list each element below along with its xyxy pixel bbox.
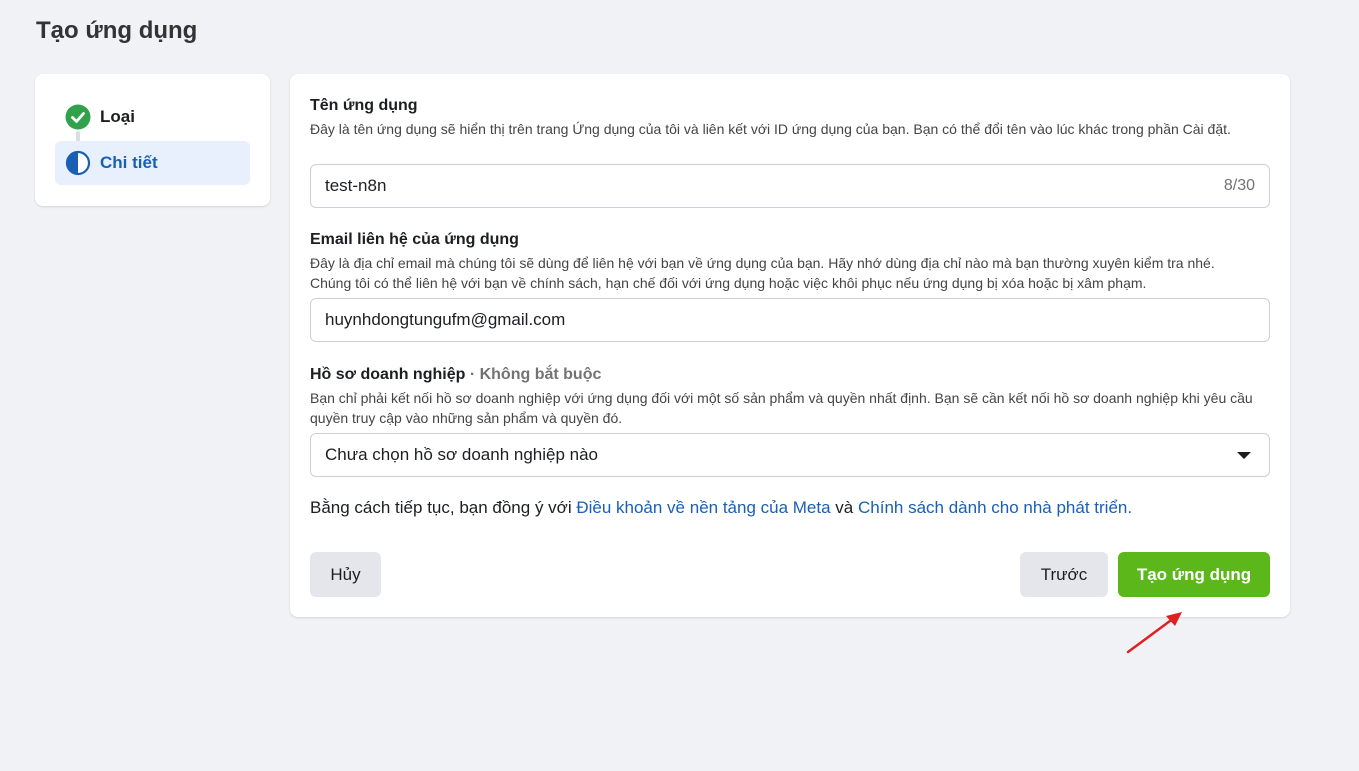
business-title: Hồ sơ doanh nghiệp · Không bắt buộc — [310, 366, 601, 384]
terms-middle: và — [835, 498, 854, 517]
previous-button[interactable]: Trước — [1020, 552, 1108, 597]
char-counter: 8/30 — [1223, 177, 1255, 194]
half-circle-icon — [65, 150, 91, 176]
app-name-input[interactable]: test-n8n 8/30 — [310, 164, 1270, 208]
developer-policy-link[interactable]: Chính sách dành cho nhà phát triển. — [858, 498, 1132, 517]
email-description-line1: Đây là địa chỉ email mà chúng tôi sẽ dùn… — [310, 255, 1215, 271]
steps-panel: Loại Chi tiết — [35, 74, 270, 206]
email-description-line2: Chúng tôi có thể liên hệ với bạn về chín… — [310, 275, 1147, 291]
platform-terms-link[interactable]: Điều khoản về nền tảng của Meta — [576, 498, 830, 517]
app-name-value: test-n8n — [325, 176, 387, 195]
optional-label: · Không bắt buộc — [469, 366, 602, 383]
email-field[interactable]: huynhdongtungufm@gmail.com — [310, 298, 1270, 342]
create-app-form: Tên ứng dụng Đây là tên ứng dụng sẽ hiển… — [290, 74, 1290, 617]
step-type[interactable]: Loại — [55, 95, 250, 139]
step-label: Loại — [100, 107, 135, 126]
step-label: Chi tiết — [100, 153, 158, 172]
step-details[interactable]: Chi tiết — [55, 141, 250, 185]
terms-prefix: Bằng cách tiếp tục, bạn đồng ý với — [310, 498, 572, 517]
app-name-description: Đây là tên ứng dụng sẽ hiển thị trên tra… — [310, 121, 1231, 137]
page-title: Tạo ứng dụng — [36, 17, 198, 44]
business-title-text: Hồ sơ doanh nghiệp — [310, 366, 466, 383]
app-name-title: Tên ứng dụng — [310, 97, 418, 114]
business-profile-select[interactable]: Chưa chọn hồ sơ doanh nghiệp nào — [310, 433, 1270, 477]
caret-down-icon — [1237, 451, 1251, 459]
email-value: huynhdongtungufm@gmail.com — [325, 310, 566, 329]
check-circle-icon — [65, 104, 91, 130]
terms-text: Bằng cách tiếp tục, bạn đồng ý với Điều … — [310, 498, 1132, 518]
business-selected-value: Chưa chọn hồ sơ doanh nghiệp nào — [325, 445, 599, 464]
annotation-arrow-icon — [1126, 612, 1182, 654]
business-description: Bạn chỉ phải kết nối hồ sơ doanh nghiệp … — [310, 390, 1253, 426]
create-app-button[interactable]: Tạo ứng dụng — [1118, 552, 1270, 597]
email-title: Email liên hệ của ứng dụng — [310, 231, 519, 248]
cancel-button[interactable]: Hủy — [310, 552, 381, 597]
